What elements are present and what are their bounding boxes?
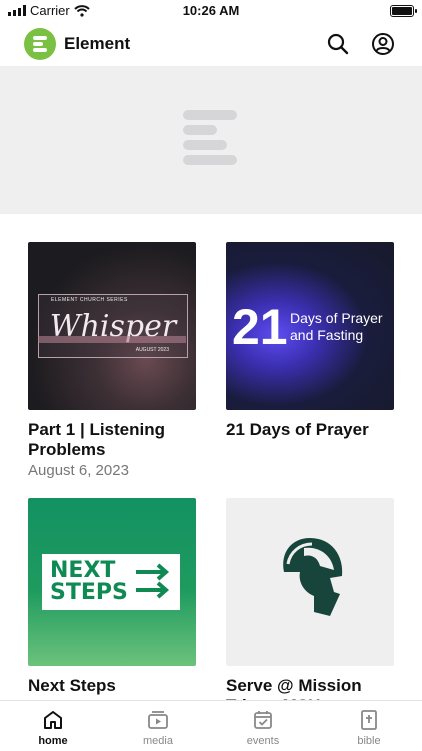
card-thumbnail bbox=[226, 498, 394, 666]
tab-label: bible bbox=[357, 735, 381, 747]
card-title: 21 Days of Prayer bbox=[226, 420, 369, 439]
home-icon bbox=[44, 711, 62, 729]
content-card[interactable]: NEXT STEPS Next Steps bbox=[28, 498, 196, 696]
card-date: August 6, 2023 bbox=[28, 462, 129, 479]
tab-events[interactable]: events bbox=[233, 709, 293, 747]
thumb-line: and Fasting bbox=[290, 327, 364, 343]
tab-label: home bbox=[38, 735, 68, 747]
app-name: Element bbox=[64, 34, 131, 53]
featured-banner[interactable] bbox=[0, 66, 422, 214]
arrows-icon bbox=[136, 563, 170, 599]
tab-label: events bbox=[246, 735, 280, 747]
tab-label: media bbox=[143, 735, 173, 747]
card-thumbnail: 21 Days of Prayer and Fasting bbox=[226, 242, 394, 410]
app-header: Element bbox=[0, 22, 422, 66]
content-card[interactable]: Serve @ Mission Trip to MSU bbox=[226, 498, 394, 716]
battery-icon bbox=[390, 5, 417, 17]
media-icon bbox=[148, 711, 168, 729]
thumb-line: Days of Prayer bbox=[290, 310, 383, 326]
profile-icon[interactable] bbox=[371, 32, 395, 56]
tab-media[interactable]: media bbox=[128, 709, 188, 747]
thumb-line: STEPS bbox=[50, 580, 128, 605]
card-thumbnail: ELEMENT CHURCH SERIES Whisper AUGUST 202… bbox=[28, 242, 196, 410]
card-title: Next Steps bbox=[28, 676, 116, 695]
status-bar: Carrier 10:26 AM bbox=[0, 0, 422, 22]
card-thumbnail: NEXT STEPS bbox=[28, 498, 196, 666]
content-card[interactable]: ELEMENT CHURCH SERIES Whisper AUGUST 202… bbox=[28, 242, 196, 479]
search-icon[interactable] bbox=[326, 32, 350, 56]
thumb-date: AUGUST 2023 bbox=[135, 347, 169, 353]
events-icon bbox=[254, 711, 272, 729]
content-card[interactable]: 21 Days of Prayer and Fasting 21 Days of… bbox=[226, 242, 394, 440]
element-logo-placeholder bbox=[183, 110, 237, 170]
bible-icon bbox=[361, 710, 377, 730]
element-logo bbox=[24, 28, 56, 60]
spartan-helmet-icon bbox=[283, 538, 343, 616]
card-title: Part 1 | Listening Problems bbox=[28, 420, 166, 459]
tab-bar: home media events bible bbox=[0, 700, 422, 751]
tab-home[interactable]: home bbox=[23, 709, 83, 747]
thumb-line: NEXT bbox=[50, 558, 116, 583]
thumb-number: 21 bbox=[232, 299, 288, 355]
tab-bible[interactable]: bible bbox=[339, 709, 399, 747]
series-label: ELEMENT CHURCH SERIES bbox=[51, 297, 128, 303]
clock: 10:26 AM bbox=[182, 3, 240, 18]
